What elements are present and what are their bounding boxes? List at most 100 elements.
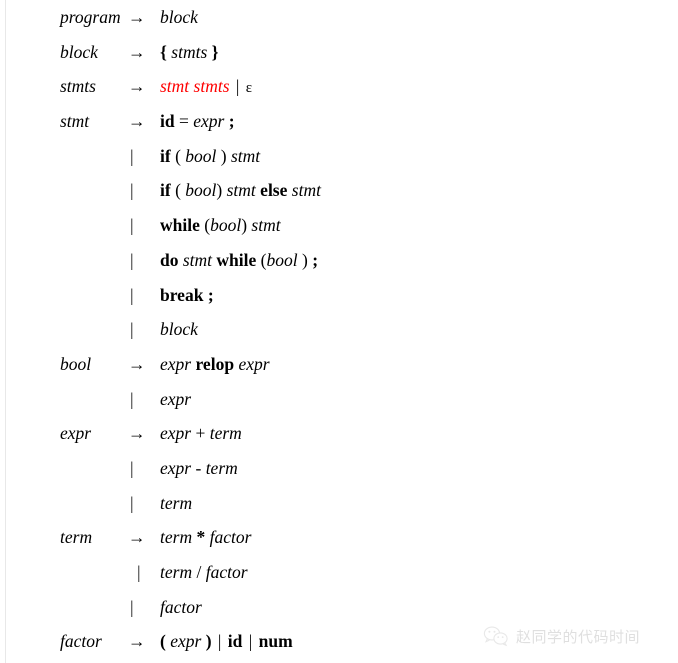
production-alternative-bar-icon: | [130, 249, 134, 270]
grammar-token: ) [216, 145, 231, 166]
production-alternative-bar-icon: | [137, 562, 141, 582]
production-arrow-icon: → [128, 527, 146, 548]
grammar-token: while [216, 249, 257, 270]
grammar-token: bool [210, 215, 242, 236]
production-arrow-icon: → [128, 353, 146, 374]
grammar-token: * [196, 527, 206, 548]
production-alternative-bar-icon: | [130, 180, 134, 201]
production-rhs: if ( bool) stmt else stmt [160, 173, 321, 208]
production-alternative-bar-icon: | [130, 457, 134, 478]
grammar-token: ) [241, 215, 252, 236]
production-rhs: stmt stmts | ε [160, 69, 252, 106]
grammar-token: stmt [291, 180, 321, 201]
grammar-token: term [160, 562, 193, 582]
production-alternative-bar-icon: | [130, 284, 134, 305]
grammar-token: id [227, 631, 243, 652]
production-row: | expr [0, 382, 678, 417]
production-row: | expr - term [0, 451, 678, 486]
grammar-token: stmt [226, 180, 256, 201]
production-alternative-bar-icon: | [130, 388, 134, 409]
production-row: | while (bool) stmt [0, 208, 678, 243]
grammar-token: expr [238, 353, 270, 374]
production-rhs: if ( bool ) stmt [160, 139, 260, 174]
grammar-token: ; [228, 111, 235, 132]
production-row: program → block [0, 0, 678, 35]
grammar-production-list: program → block block →{ stmts } stmts → stmt s… [0, 0, 678, 659]
production-row: | block [0, 312, 678, 347]
watermark-label: 赵同学的代码时间 [516, 627, 641, 646]
production-row: block → { stmts } [0, 35, 678, 70]
grammar-token: else [260, 180, 288, 201]
grammar-token: while [160, 215, 200, 236]
production-rhs: expr relop expr [160, 347, 270, 382]
production-row: expr → expr + term [0, 416, 678, 451]
grammar-token: ) [216, 180, 227, 201]
production-rhs: expr - term [160, 451, 238, 486]
grammar-token: ( [199, 215, 211, 236]
production-rhs: term [160, 486, 192, 521]
grammar-token: relop [195, 353, 235, 374]
production-rhs: factor [160, 590, 202, 625]
grammar-token: if [160, 145, 171, 166]
grammar-token: ; [312, 249, 319, 270]
production-row: | term [0, 486, 678, 521]
grammar-token: bool [185, 145, 217, 166]
production-lhs: term [60, 527, 93, 548]
production-rhs: term * factor [160, 520, 251, 555]
production-lhs: block [60, 41, 98, 62]
production-row: | do stmt while (bool ) ; [0, 243, 678, 278]
grammar-token: ; [207, 284, 214, 305]
production-lhs: factor [60, 631, 102, 652]
grammar-token: term [209, 423, 242, 444]
grammar-token: ( [256, 249, 267, 270]
production-row: | break ; [0, 278, 678, 313]
production-row: term → term * factor [0, 520, 678, 555]
production-rhs: expr + term [160, 416, 242, 451]
production-alternative-bar-icon: | [130, 596, 134, 617]
grammar-token: bool [185, 180, 217, 201]
production-row: | if ( bool ) stmt [0, 139, 678, 174]
grammar-token: bool [266, 249, 298, 270]
grammar-token: expr [193, 111, 225, 132]
production-row: | if ( bool) stmt else stmt [0, 173, 678, 208]
grammar-token: num [258, 631, 293, 652]
grammar-token: if [160, 180, 171, 201]
production-arrow-icon: → [128, 41, 146, 62]
grammar-token: } [211, 41, 219, 62]
production-rhs: id = expr ; [160, 104, 235, 139]
grammar-token: id [160, 111, 175, 132]
grammar-token: expr [160, 388, 192, 409]
grammar-token: - [191, 457, 206, 478]
grammar-token: factor [209, 527, 252, 548]
grammar-token: break [160, 284, 204, 305]
production-rhs: term / factor [160, 555, 248, 590]
grammar-token: stmts [171, 41, 208, 62]
grammar-token: / [192, 562, 206, 582]
production-row: stmt → id = expr ; [0, 104, 678, 139]
production-rhs: do stmt while (bool ) ; [160, 243, 318, 278]
grammar-token: ( [160, 631, 171, 652]
grammar-token: ) [201, 631, 212, 652]
production-lhs: expr [60, 423, 92, 444]
grammar-token: term [160, 492, 193, 513]
grammar-token: ε [245, 80, 253, 97]
production-arrow-icon: → [128, 76, 146, 97]
production-alternative-bar-icon: | [130, 492, 134, 513]
grammar-token: expr [170, 631, 202, 652]
production-rhs: { stmts } [160, 35, 219, 70]
wechat-icon [483, 625, 509, 647]
production-arrow-icon: → [128, 111, 146, 132]
grammar-token: stmt [251, 215, 281, 236]
production-lhs: stmt [60, 111, 90, 132]
grammar-token: ) [297, 249, 313, 270]
production-arrow-icon: → [128, 423, 146, 444]
production-lhs: stmts [60, 76, 96, 97]
grammar-token: ( [170, 180, 186, 201]
grammar-token: stmt stmts [160, 76, 230, 97]
production-row: bool → expr relop expr [0, 347, 678, 382]
grammar-token: { [160, 41, 167, 62]
production-row: stmts → stmt stmts | ε [0, 69, 678, 104]
watermark: 赵同学的代码时间 [483, 617, 673, 655]
grammar-token: block [160, 7, 198, 27]
grammar-token: expr [160, 423, 192, 444]
